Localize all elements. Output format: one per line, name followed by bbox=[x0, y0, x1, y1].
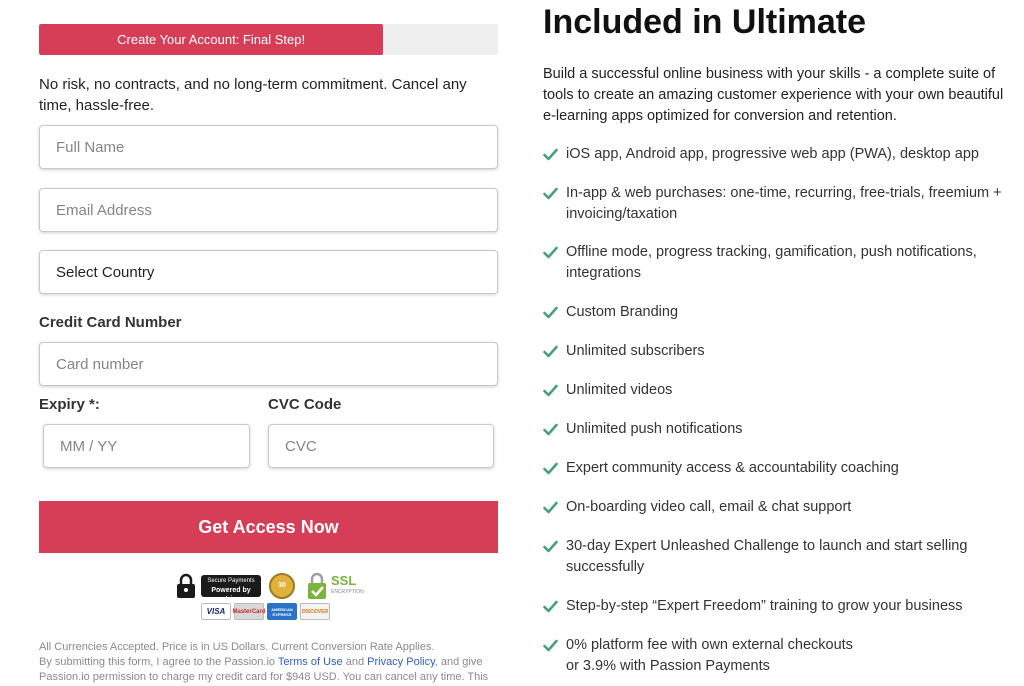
checkmark-icon bbox=[543, 187, 558, 200]
full-name-input[interactable] bbox=[56, 138, 497, 156]
lock-icon bbox=[177, 573, 195, 598]
legal-line-2: By submitting this form, I agree to the … bbox=[39, 655, 498, 670]
guarantee-seal-icon: 30 bbox=[269, 573, 295, 599]
progress-label: Create Your Account: Final Step! bbox=[117, 32, 306, 47]
ssl-sublabel: ENCRYPTION bbox=[331, 589, 364, 595]
expiry-field[interactable] bbox=[43, 424, 250, 468]
expiry-input[interactable] bbox=[60, 437, 249, 455]
checkmark-icon bbox=[543, 246, 558, 259]
checkmark-icon bbox=[543, 600, 558, 613]
progress-bar: Create Your Account: Final Step! bbox=[39, 24, 498, 55]
discover-logo-icon: DISCOVER bbox=[300, 603, 330, 620]
ssl-label: SSL bbox=[331, 573, 357, 588]
checkmark-icon bbox=[543, 639, 558, 652]
plan-title: Included in Ultimate bbox=[543, 3, 867, 41]
checkmark-icon bbox=[543, 501, 558, 514]
cvc-input[interactable] bbox=[285, 437, 493, 455]
checkmark-icon bbox=[543, 540, 558, 553]
checkmark-icon bbox=[543, 148, 558, 161]
intro-text: No risk, no contracts, and no long-term … bbox=[39, 76, 467, 114]
terms-link[interactable]: Terms of Use bbox=[278, 656, 343, 668]
ssl-shield-icon bbox=[308, 572, 326, 599]
get-access-button[interactable]: Get Access Now bbox=[39, 501, 498, 553]
email-field[interactable] bbox=[39, 188, 498, 232]
checkmark-icon bbox=[543, 423, 558, 436]
legal-line-2-start: By submitting this form, I agree to the … bbox=[39, 656, 278, 668]
cvc-label: CVC Code bbox=[268, 396, 342, 413]
country-select[interactable]: Select Country bbox=[39, 250, 498, 294]
progress-fill: Create Your Account: Final Step! bbox=[39, 24, 384, 55]
card-number-field[interactable] bbox=[39, 342, 498, 386]
card-number-input[interactable] bbox=[56, 355, 497, 373]
feature-text: Unlimited push notifications bbox=[566, 421, 743, 437]
feature-text: Step-by-step “Expert Freedom” training t… bbox=[566, 598, 963, 614]
stripe-badge-bottom: Powered by stripe bbox=[211, 587, 251, 603]
ssl-badge: SSL ENCRYPTION bbox=[306, 571, 364, 601]
card-logos: VISA MasterCard AMERICAN EXPRESS DISCOVE… bbox=[201, 603, 330, 621]
legal-line-1: All Currencies Accepted. Price is in US … bbox=[39, 641, 435, 653]
feature-text: Offline mode, progress tracking, gamific… bbox=[566, 244, 977, 281]
expiry-label: Expiry *: bbox=[39, 396, 100, 413]
feature-text: On-boarding video call, email & chat sup… bbox=[566, 499, 852, 515]
checkmark-icon bbox=[543, 384, 558, 397]
email-input[interactable] bbox=[56, 201, 497, 219]
plan-details: Included in Ultimate Build a successful … bbox=[543, 0, 1013, 686]
checkmark-icon bbox=[543, 306, 558, 319]
amex-logo-icon: AMERICAN EXPRESS bbox=[267, 603, 297, 620]
mastercard-logo-icon: MasterCard bbox=[233, 603, 266, 620]
feature-text: Unlimited subscribers bbox=[566, 343, 705, 359]
legal-line-2-and: and bbox=[342, 656, 368, 668]
feature-text: Custom Branding bbox=[566, 304, 679, 320]
feature-text: In-app & web purchases: one-time, recurr… bbox=[566, 185, 1002, 222]
feature-text: Expert community access & accountability… bbox=[566, 460, 899, 476]
checkmark-icon bbox=[543, 462, 558, 475]
feature-text: Unlimited videos bbox=[566, 382, 673, 398]
full-name-field[interactable] bbox=[39, 125, 498, 169]
visa-logo-icon: VISA bbox=[201, 603, 231, 620]
credit-card-label: Credit Card Number bbox=[39, 314, 182, 331]
feature-text: 0% platform fee with own external checko… bbox=[566, 637, 853, 674]
checkmark-icon bbox=[543, 345, 558, 358]
country-select-value: Select Country bbox=[56, 263, 155, 281]
legal-line-2-end: , and give bbox=[434, 656, 483, 668]
stripe-badge-top: Secure Payments bbox=[207, 578, 255, 584]
cvc-field[interactable] bbox=[268, 424, 494, 468]
feature-text: 30-day Expert Unleashed Challenge to lau… bbox=[566, 538, 968, 575]
stripe-badge: Secure Payments Powered by stripe bbox=[201, 575, 261, 603]
privacy-link[interactable]: Privacy Policy bbox=[367, 656, 435, 668]
legal-line-3: Passion.io permission to charge my credi… bbox=[39, 671, 489, 683]
plan-description: Build a successful online business with … bbox=[543, 66, 1004, 124]
signup-form: Create Your Account: Final Step! No risk… bbox=[39, 0, 498, 686]
trust-badges: Secure Payments Powered by stripe 30 SSL… bbox=[176, 571, 366, 623]
legal-text: All Currencies Accepted. Price is in US … bbox=[39, 640, 498, 685]
feature-text: iOS app, Android app, progressive web ap… bbox=[566, 146, 979, 162]
